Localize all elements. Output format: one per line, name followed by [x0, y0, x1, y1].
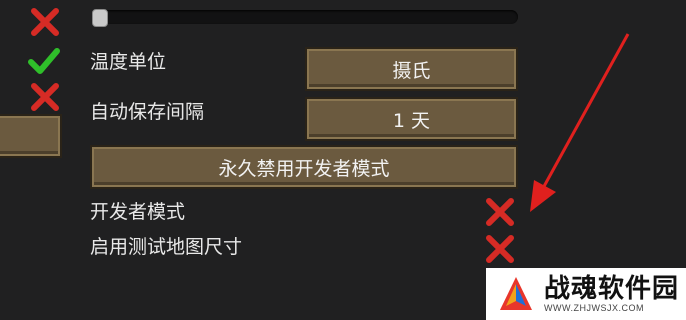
cross-icon	[31, 83, 59, 111]
autosave-interval-button[interactable]: 1 天	[305, 97, 518, 141]
disable-dev-mode-button[interactable]: 永久禁用开发者模式	[90, 145, 518, 189]
autosave-interval-value: 1 天	[392, 109, 431, 132]
check-icon	[28, 48, 60, 74]
temperature-unit-value: 摄氏	[392, 59, 431, 82]
annotation-arrow-icon	[530, 33, 630, 212]
slider-handle[interactable]	[92, 9, 108, 27]
partial-button[interactable]	[0, 114, 62, 158]
watermark-logo-icon	[500, 277, 532, 310]
temperature-unit-button[interactable]: 摄氏	[305, 47, 518, 91]
test-map-sizes-toggle-cross-icon[interactable]	[483, 232, 517, 266]
watermark-title: 战魂软件园	[544, 273, 680, 303]
cross-icon	[31, 8, 59, 36]
slider-track[interactable]	[96, 10, 518, 24]
test-map-sizes-label: 启用测试地图尺寸	[90, 236, 243, 258]
watermark: 战魂软件园 WWW.ZHJWSJX.COM	[486, 268, 686, 320]
temperature-unit-label: 温度单位	[90, 51, 167, 73]
watermark-url: WWW.ZHJWSJX.COM	[544, 303, 644, 313]
autosave-interval-label: 自动保存间隔	[90, 101, 205, 123]
dev-mode-label: 开发者模式	[90, 201, 186, 223]
disable-dev-mode-label: 永久禁用开发者模式	[218, 157, 390, 180]
